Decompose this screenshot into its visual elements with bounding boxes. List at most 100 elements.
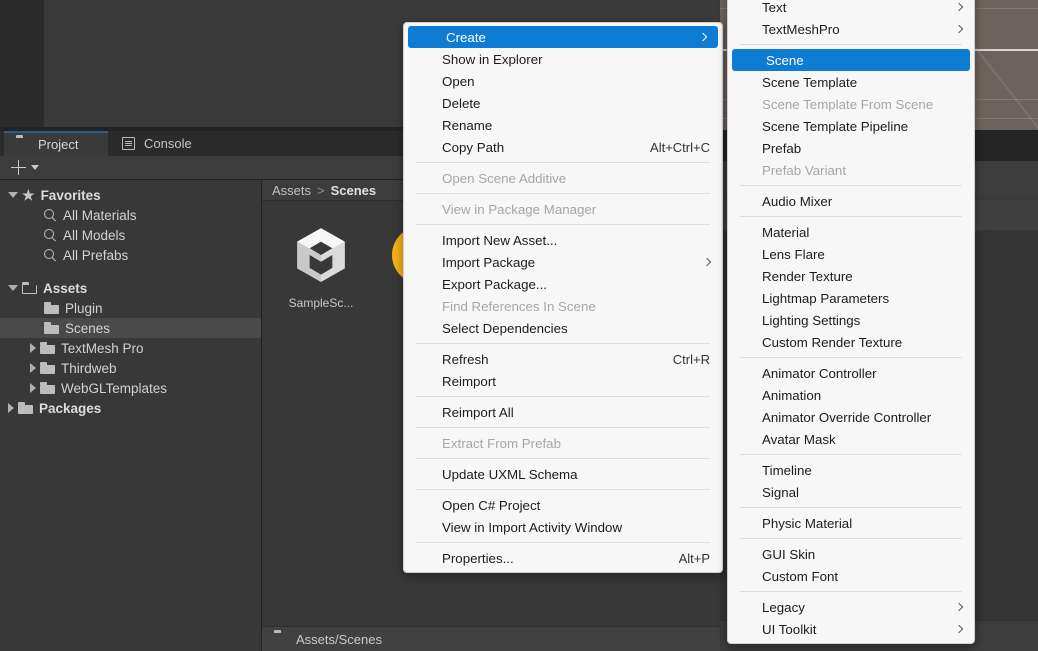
menu-separator — [740, 507, 962, 508]
chevron-right-icon[interactable] — [30, 383, 36, 393]
asset-item-sample-scene[interactable]: SampleSc... — [282, 219, 360, 310]
menu-item-label: Scene Template From Scene — [762, 96, 934, 112]
tree-item-plugin[interactable]: Plugin — [0, 298, 261, 318]
chevron-down-icon[interactable] — [8, 285, 18, 291]
tree-item-all-materials[interactable]: All Materials — [0, 205, 261, 225]
menu-item-label: Text — [762, 0, 787, 15]
menu-item-label: Copy Path — [442, 139, 505, 155]
tree-item-all-prefabs[interactable]: All Prefabs — [0, 245, 261, 265]
menu-item-label: Export Package... — [442, 276, 547, 292]
menu-item-scene-template-from-scene: Scene Template From Scene — [728, 93, 974, 115]
menu-item-material[interactable]: Material — [728, 221, 974, 243]
menu-item-select-dependencies[interactable]: Select Dependencies — [404, 317, 722, 339]
menu-item-label: Show in Explorer — [442, 51, 543, 67]
add-asset-button[interactable] — [11, 160, 39, 175]
unity-editor-window: Project Console ★ Favorites All Materials A… — [0, 0, 1038, 651]
breadcrumb-current[interactable]: Scenes — [331, 183, 377, 198]
menu-item-create[interactable]: Create — [408, 26, 718, 48]
tree-item-packages[interactable]: Packages — [0, 398, 261, 418]
tree-item-webgltemplates[interactable]: WebGLTemplates — [0, 378, 261, 398]
folder-icon — [44, 302, 59, 314]
tab-console[interactable]: Console — [110, 131, 210, 156]
tree-item-label: All Materials — [63, 207, 137, 223]
menu-separator — [740, 185, 962, 186]
chevron-down-icon[interactable] — [8, 192, 18, 198]
menu-item-avatar-mask[interactable]: Avatar Mask — [728, 428, 974, 450]
menu-item-ui-toolkit[interactable]: UI Toolkit — [728, 618, 974, 640]
menu-item-custom-font[interactable]: Custom Font — [728, 565, 974, 587]
menu-item-label: Import Package — [442, 254, 536, 270]
chevron-right-icon — [698, 32, 708, 42]
menu-item-label: Render Texture — [762, 268, 853, 284]
menu-item-view-in-import-activity-window[interactable]: View in Import Activity Window — [404, 516, 722, 538]
menu-item-update-uxml-schema[interactable]: Update UXML Schema — [404, 463, 722, 485]
menu-item-physic-material[interactable]: Physic Material — [728, 512, 974, 534]
menu-item-reimport-all[interactable]: Reimport All — [404, 401, 722, 423]
folder-icon — [274, 633, 289, 646]
menu-item-label: Extract From Prefab — [442, 435, 561, 451]
menu-item-audio-mixer[interactable]: Audio Mixer — [728, 190, 974, 212]
breadcrumb-separator: > — [317, 182, 325, 198]
menu-item-textmeshpro[interactable]: TextMeshPro — [728, 18, 974, 40]
menu-item-export-package[interactable]: Export Package... — [404, 273, 722, 295]
breadcrumb-root[interactable]: Assets — [272, 183, 311, 198]
menu-item-open-c-project[interactable]: Open C# Project — [404, 494, 722, 516]
menu-item-shortcut: Alt+Ctrl+C — [650, 139, 710, 155]
menu-item-open[interactable]: Open — [404, 70, 722, 92]
menu-item-reimport[interactable]: Reimport — [404, 370, 722, 392]
chevron-right-icon[interactable] — [8, 403, 14, 413]
tree-item-label: Scenes — [65, 320, 111, 336]
menu-item-label: Find References In Scene — [442, 298, 596, 314]
menu-item-extract-from-prefab: Extract From Prefab — [404, 432, 722, 454]
menu-item-label: View in Import Activity Window — [442, 519, 623, 535]
menu-item-copy-path[interactable]: Copy Path Alt+Ctrl+C — [404, 136, 722, 158]
menu-item-scene-template[interactable]: Scene Template — [728, 71, 974, 93]
menu-item-animation[interactable]: Animation — [728, 384, 974, 406]
menu-item-import-package[interactable]: Import Package — [404, 251, 722, 273]
menu-item-import-new-asset[interactable]: Import New Asset... — [404, 229, 722, 251]
menu-item-label: Prefab Variant — [762, 162, 847, 178]
asset-context-menu[interactable]: Create Show in Explorer Open Delete Rename Co… — [403, 22, 723, 573]
tree-item-label: WebGLTemplates — [61, 380, 168, 396]
menu-item-render-texture[interactable]: Render Texture — [728, 265, 974, 287]
menu-item-lens-flare[interactable]: Lens Flare — [728, 243, 974, 265]
menu-item-signal[interactable]: Signal — [728, 481, 974, 503]
menu-item-find-references-in-scene: Find References In Scene — [404, 295, 722, 317]
menu-item-prefab-variant: Prefab Variant — [728, 159, 974, 181]
menu-item-gui-skin[interactable]: GUI Skin — [728, 543, 974, 565]
menu-item-scene-template-pipeline[interactable]: Scene Template Pipeline — [728, 115, 974, 137]
menu-item-label: Scene Template Pipeline — [762, 118, 909, 134]
menu-item-scene[interactable]: Scene — [732, 49, 970, 71]
menu-item-custom-render-texture[interactable]: Custom Render Texture — [728, 331, 974, 353]
menu-item-rename[interactable]: Rename — [404, 114, 722, 136]
menu-item-animator-override-controller[interactable]: Animator Override Controller — [728, 406, 974, 428]
menu-item-refresh[interactable]: Refresh Ctrl+R — [404, 348, 722, 370]
menu-item-animator-controller[interactable]: Animator Controller — [728, 362, 974, 384]
menu-item-lighting-settings[interactable]: Lighting Settings — [728, 309, 974, 331]
plus-icon — [11, 160, 26, 175]
chevron-right-icon[interactable] — [30, 363, 36, 373]
menu-item-delete[interactable]: Delete — [404, 92, 722, 114]
create-submenu[interactable]: Text TextMeshPro Scene Scene Template Scene … — [727, 0, 975, 644]
menu-item-legacy[interactable]: Legacy — [728, 596, 974, 618]
menu-separator — [740, 538, 962, 539]
tree-item-favorites[interactable]: ★ Favorites — [0, 185, 261, 205]
tree-item-all-models[interactable]: All Models — [0, 225, 261, 245]
tree-item-label: Favorites — [40, 187, 101, 203]
menu-item-label: Reimport — [442, 373, 496, 389]
menu-item-lightmap-parameters[interactable]: Lightmap Parameters — [728, 287, 974, 309]
tree-item-assets[interactable]: Assets — [0, 278, 261, 298]
chevron-right-icon[interactable] — [30, 343, 36, 353]
tab-project[interactable]: Project — [4, 131, 108, 156]
menu-item-text[interactable]: Text — [728, 0, 974, 18]
tree-item-textmesh-pro[interactable]: TextMesh Pro — [0, 338, 261, 358]
menu-item-show-in-explorer[interactable]: Show in Explorer — [404, 48, 722, 70]
menu-item-timeline[interactable]: Timeline — [728, 459, 974, 481]
chevron-down-icon — [31, 165, 39, 170]
menu-item-prefab[interactable]: Prefab — [728, 137, 974, 159]
tree-item-thirdweb[interactable]: Thirdweb — [0, 358, 261, 378]
tree-item-scenes[interactable]: Scenes — [0, 318, 261, 338]
menu-item-properties[interactable]: Properties... Alt+P — [404, 547, 722, 569]
chevron-right-icon — [702, 257, 712, 267]
search-icon — [44, 248, 57, 262]
